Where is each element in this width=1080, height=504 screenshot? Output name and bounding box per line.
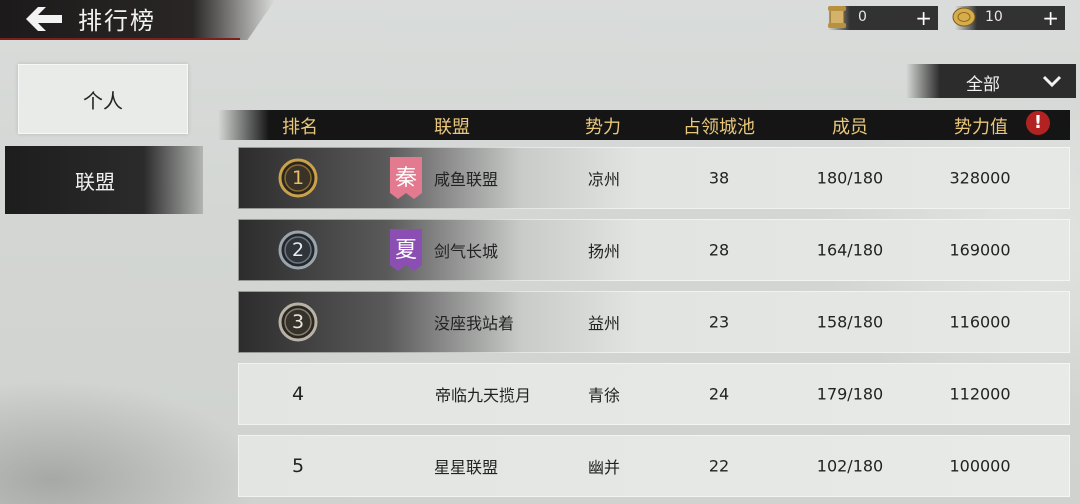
back-arrow-icon	[26, 7, 62, 31]
table-row[interactable]: 1 秦 咸鱼联盟 凉州 38 180/180 328000	[238, 147, 1070, 209]
member-count: 179/180	[816, 384, 884, 404]
region: 幽并	[587, 458, 621, 477]
cities-count: 24	[708, 384, 730, 404]
info-warning-icon[interactable]: !	[1026, 111, 1050, 135]
col-members: 成员	[832, 117, 868, 138]
region: 凉州	[587, 170, 621, 189]
power-value: 116000	[949, 312, 1011, 332]
alliance-name: 星星联盟	[433, 458, 499, 477]
ink-wash-decoration	[0, 380, 260, 504]
cities-count: 38	[708, 168, 730, 188]
tab-alliance[interactable]: 联盟	[5, 146, 203, 214]
power-value: 100000	[949, 456, 1011, 476]
col-alliance: 联盟	[434, 117, 470, 138]
resource-gold: 10 +	[952, 6, 1065, 30]
cities-count: 28	[708, 240, 730, 260]
power-value: 169000	[949, 240, 1011, 260]
table-row[interactable]: 2 夏 剑气长城 扬州 28 164/180 169000	[238, 219, 1070, 281]
rank-number: 5	[291, 455, 305, 477]
page-title: 排行榜	[78, 7, 156, 35]
alliance-name: 没座我站着	[433, 314, 515, 333]
rank-number: 3	[291, 311, 305, 333]
accent-line	[0, 38, 240, 40]
table-row[interactable]: 3 没座我站着 益州 23 158/180 116000	[238, 291, 1070, 353]
scroll-icon	[828, 6, 846, 28]
table-row[interactable]: 4 帝临九天揽月 青徐 24 179/180 112000	[238, 363, 1070, 425]
chevron-down-icon	[1042, 75, 1062, 88]
alliance-name: 剑气长城	[433, 242, 499, 261]
back-button[interactable]	[24, 4, 64, 34]
faction-flag-char: 秦	[394, 166, 417, 191]
table-row[interactable]: 5 星星联盟 幽并 22 102/180 100000	[238, 435, 1070, 497]
add-scroll-button[interactable]: +	[915, 6, 932, 30]
faction-flag: 秦	[390, 157, 422, 199]
table-header: 排名 联盟 势力 占领城池 成员 势力值	[218, 110, 1070, 140]
alliance-name: 咸鱼联盟	[433, 170, 499, 189]
filter-selected: 全部	[966, 75, 1000, 95]
resource-scroll: 0 +	[828, 6, 938, 30]
rank-number: 4	[291, 383, 305, 405]
cities-count: 23	[708, 312, 730, 332]
member-count: 180/180	[816, 168, 884, 188]
region: 青徐	[587, 386, 621, 405]
alliance-name: 帝临九天揽月	[434, 386, 532, 405]
tab-personal-label: 个人	[83, 89, 123, 113]
gold-coin-icon	[952, 7, 976, 27]
power-value: 328000	[949, 168, 1011, 188]
member-count: 158/180	[816, 312, 884, 332]
member-count: 102/180	[816, 456, 884, 476]
member-count: 164/180	[816, 240, 884, 260]
gold-count: 10	[985, 9, 1003, 25]
rank-number: 2	[291, 239, 305, 261]
region: 益州	[587, 314, 621, 333]
rank-number: 1	[291, 167, 305, 189]
cities-count: 22	[708, 456, 730, 476]
tab-personal[interactable]: 个人	[18, 64, 188, 134]
power-value: 112000	[949, 384, 1011, 404]
faction-flag: 夏	[390, 229, 422, 271]
col-cities: 占领城池	[683, 117, 755, 138]
filter-dropdown[interactable]: 全部	[906, 64, 1076, 98]
add-gold-button[interactable]: +	[1042, 6, 1059, 30]
col-rank: 排名	[282, 117, 318, 138]
scroll-count: 0	[858, 9, 867, 25]
region: 扬州	[587, 242, 621, 261]
col-power: 势力值	[954, 117, 1008, 138]
tab-alliance-label: 联盟	[75, 170, 115, 194]
col-region: 势力	[585, 117, 621, 138]
faction-flag-char: 夏	[394, 238, 417, 263]
